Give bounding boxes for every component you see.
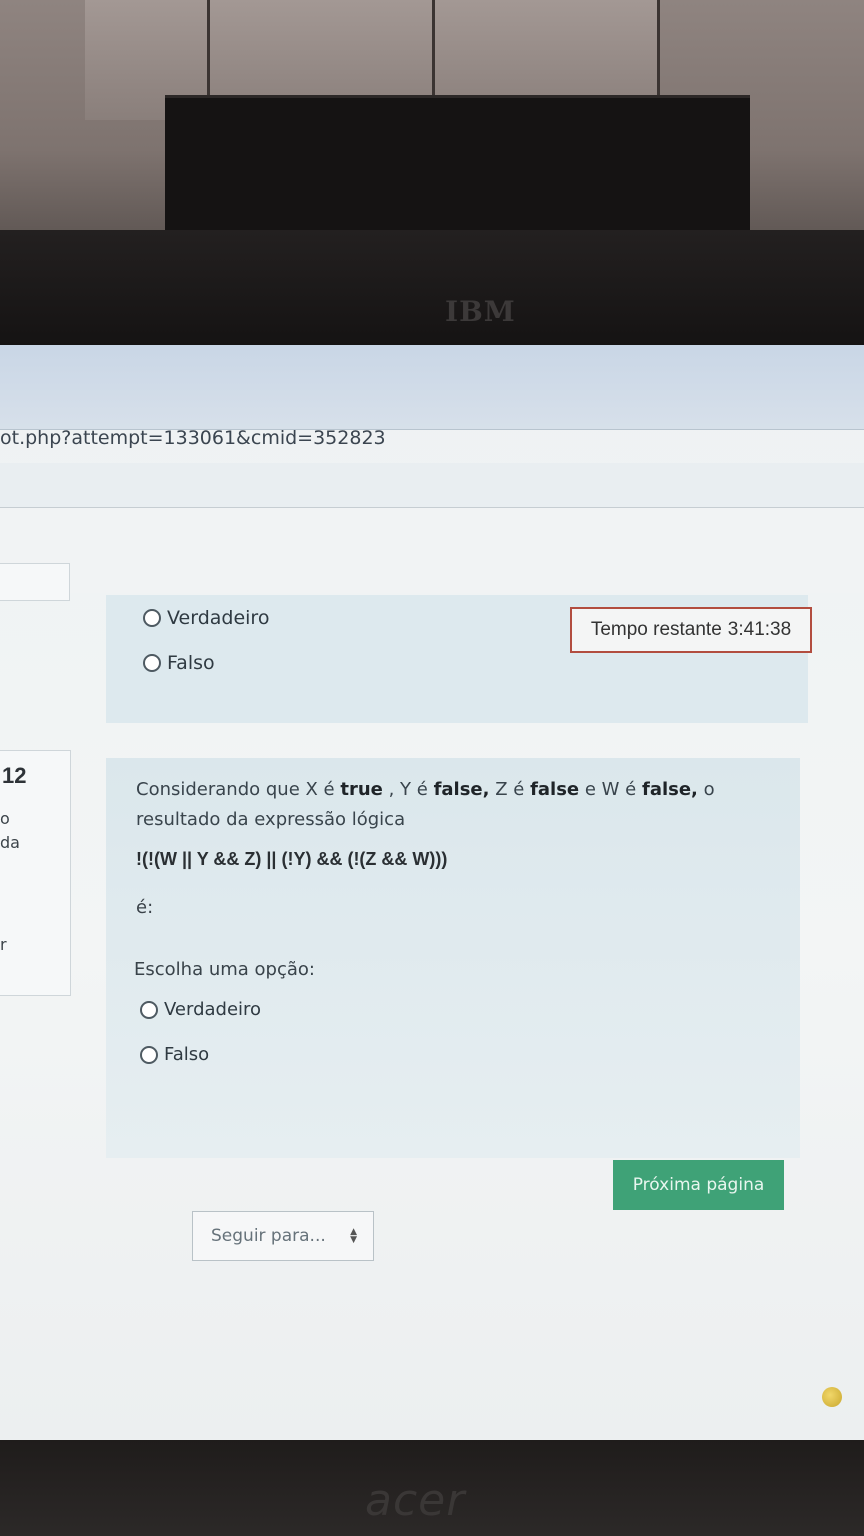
logical-expression: !(!(W || Y && Z) || (!Y) && (!(Z && W))) xyxy=(136,849,448,869)
ibm-logo: IBM xyxy=(445,295,516,328)
timer-label: Tempo restante xyxy=(590,619,722,640)
question-number: 12 xyxy=(2,763,27,788)
radio-button-icon[interactable] xyxy=(140,1000,158,1019)
jump-to-label: Seguir para... xyxy=(211,1226,326,1246)
page-header xyxy=(0,463,864,508)
page-navbar xyxy=(0,508,864,593)
option-falso-prev[interactable]: Falso xyxy=(143,652,215,674)
radio-button-icon[interactable] xyxy=(143,609,161,627)
option-label: Falso xyxy=(164,1044,210,1065)
question-text: Considerando que X é true , Y é false, Z… xyxy=(136,779,715,830)
option-label: Verdadeiro xyxy=(167,607,270,629)
option-falso[interactable]: Falso xyxy=(140,1044,209,1065)
radio-button-icon[interactable] xyxy=(143,654,161,672)
acer-logo: acer xyxy=(365,1475,466,1526)
timer-value: 3:41:38 xyxy=(727,619,792,640)
option-label: Verdadeiro xyxy=(164,999,262,1020)
option-verdadeiro[interactable]: Verdadeiro xyxy=(140,999,261,1020)
screen: ot.php?attempt=133061&cmid=352823 Verdad… xyxy=(0,345,864,1443)
option-verdadeiro-prev[interactable]: Verdadeiro xyxy=(143,607,269,629)
info-box-text-fragment: r xyxy=(0,935,7,954)
quiz-timer: Tempo restante 3:41:38 xyxy=(570,607,812,653)
next-page-button[interactable]: Próxima página xyxy=(613,1160,784,1210)
browser-toolbar xyxy=(0,345,864,430)
choose-option-prompt: Escolha uma opção: xyxy=(134,959,315,980)
option-label: Falso xyxy=(167,652,215,674)
monitor-bezel-top xyxy=(0,230,864,355)
info-box-text-fragment: o xyxy=(0,809,10,828)
moon-icon xyxy=(822,1387,842,1407)
question-info-box-prev xyxy=(0,563,70,601)
jump-to-select[interactable]: Seguir para... ▲ ▼ xyxy=(192,1211,374,1261)
info-box-text-fragment: da xyxy=(0,833,20,852)
address-bar-url[interactable]: ot.php?attempt=133061&cmid=352823 xyxy=(0,427,386,453)
select-arrows-icon: ▲ ▼ xyxy=(350,1227,357,1245)
background-room xyxy=(0,0,864,255)
question-suffix: é: xyxy=(136,897,154,918)
radio-button-icon[interactable] xyxy=(140,1045,158,1064)
